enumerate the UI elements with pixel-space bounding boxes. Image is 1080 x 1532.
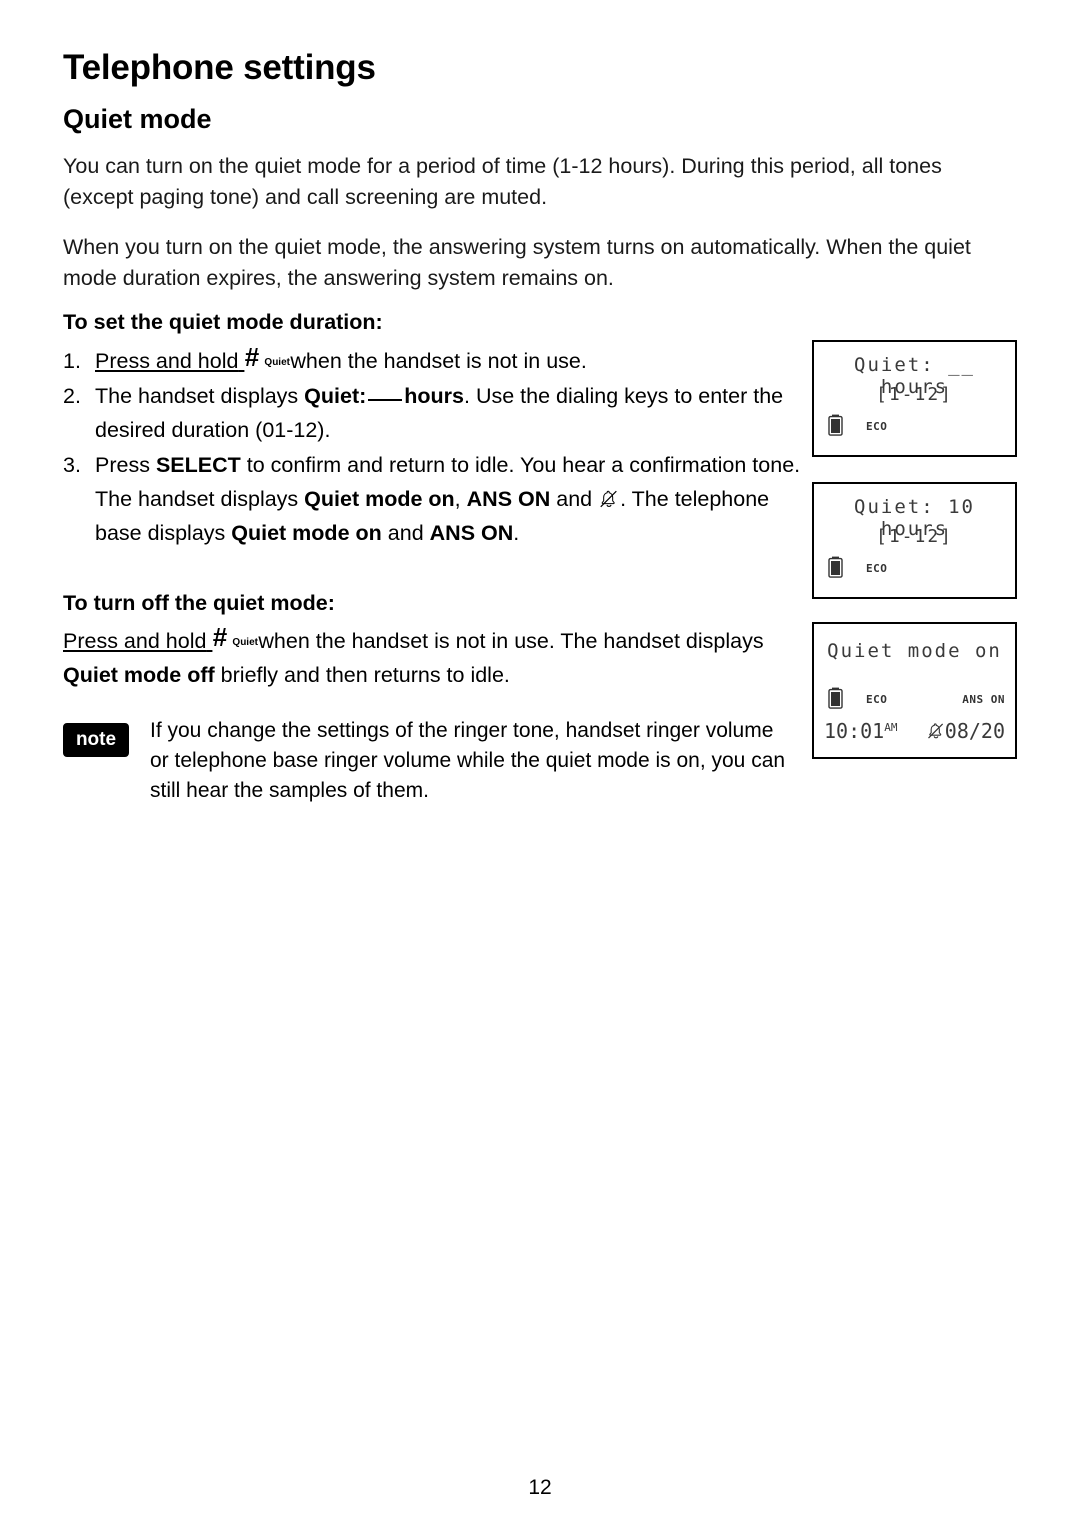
- step-3-text-4: and: [556, 487, 593, 511]
- chapter-title: Telephone settings: [63, 48, 376, 87]
- step-2-bold-1: Quiet:: [304, 384, 367, 408]
- intro-paragraph-2: When you turn on the quiet mode, the ans…: [63, 235, 971, 290]
- step-2: 2. The handset displays Quiet: hours. Use…: [63, 379, 803, 447]
- step-3-text-6: and: [387, 521, 424, 545]
- page-number: 12: [528, 1476, 552, 1499]
- step-1-number: 1.: [63, 349, 81, 373]
- step-1-suffix: when the handset is not in use.: [290, 349, 587, 373]
- turn-off-middle: when the handset is not in use. The hand…: [258, 629, 764, 653]
- blank-underline: [368, 399, 403, 401]
- turn-off-prefix: Press and hold: [63, 629, 207, 653]
- step-2-bold-2: hours: [404, 384, 465, 408]
- steps-list: 1. Press and hold # Quiet when the handse…: [63, 344, 803, 551]
- step-3-bold-on: on: [355, 521, 382, 545]
- screen3-line1: Quiet mode on: [827, 640, 1002, 662]
- battery-icon: [828, 687, 843, 709]
- step-3-bold-quiet-mode: Quiet mode: [231, 521, 350, 545]
- step-3-bold-ans-on: ANS ON: [466, 487, 551, 511]
- step-3-number: 3.: [63, 453, 81, 477]
- step-1-prefix: Press and hold: [95, 349, 239, 373]
- step-3-bold-quiet-on: Quiet mode on: [304, 487, 455, 511]
- hash-quiet-key-icon: # Quiet: [212, 622, 258, 652]
- step-3: 3. Press SELECT to confirm and return to…: [63, 448, 803, 550]
- screen-quiet-duration-empty: Quiet: __ hours [1-12] ECO: [812, 340, 1017, 457]
- hash-quiet-key-icon: # Quiet: [244, 342, 290, 372]
- subsection-turn-off: To turn off the quiet mode:: [63, 591, 335, 615]
- note-text: If you change the settings of the ringer…: [150, 719, 786, 802]
- screen1-line2: [1-12]: [875, 384, 954, 405]
- screen2-line2: [1-12]: [875, 526, 954, 547]
- bell-mute-icon: [926, 721, 946, 741]
- battery-icon: [828, 556, 843, 578]
- screen1-eco-label: ECO: [866, 420, 888, 433]
- bell-mute-icon: [598, 486, 620, 508]
- step-3-bold-select: SELECT: [155, 453, 241, 477]
- turn-off-bold: Quiet mode off: [63, 663, 215, 687]
- subsection-set-duration: To set the quiet mode duration:: [63, 310, 383, 334]
- battery-icon: [828, 414, 843, 436]
- step-3-text-7: .: [513, 521, 520, 545]
- note-badge: note: [63, 723, 129, 757]
- screen2-eco-label: ECO: [866, 562, 888, 575]
- turn-off-paragraph: Press and hold # Quiet when the handset i…: [63, 624, 803, 692]
- manual-page: Telephone settings Quiet mode You can tu…: [0, 0, 1080, 1532]
- screen3-time: 10:01AM: [824, 719, 898, 743]
- step-3-text-1: Press: [95, 453, 150, 477]
- section-title: Quiet mode: [63, 104, 212, 134]
- turn-off-suffix: briefly and then returns to idle.: [220, 663, 510, 687]
- step-2-text-before: The handset displays: [95, 384, 299, 408]
- screen-quiet-duration-10: Quiet: 10 hours [1-12] ECO: [812, 482, 1017, 599]
- step-3-text-3: ,: [454, 487, 461, 511]
- screen3-ans-on-label: ANS ON: [962, 693, 1005, 706]
- intro-paragraph-1: You can turn on the quiet mode for a per…: [63, 154, 942, 209]
- step-1: 1. Press and hold # Quiet when the handse…: [63, 344, 803, 378]
- screen3-status-row: 10:01AM 08/20: [814, 719, 1015, 747]
- step-3-bold-ans-on-2: ANS ON: [429, 521, 514, 545]
- step-2-number: 2.: [63, 384, 81, 408]
- screen-quiet-mode-on-idle: Quiet mode on ECO ANS ON 10:01AM 08/20: [812, 622, 1017, 759]
- screen3-eco-label: ECO: [866, 693, 888, 706]
- screen3-date: 08/20: [944, 719, 1005, 743]
